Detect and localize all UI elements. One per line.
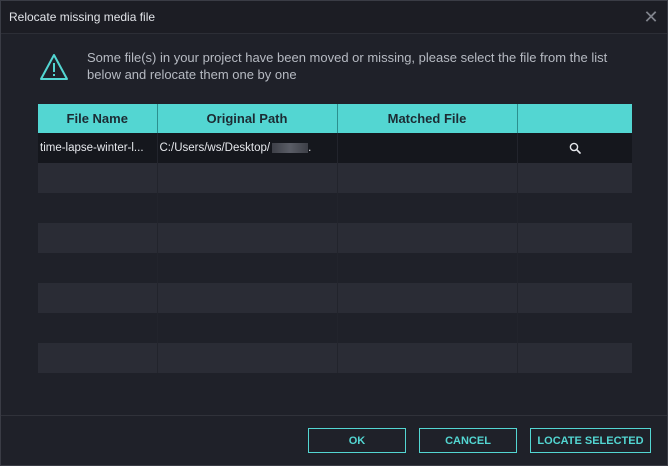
- table-row: [38, 343, 632, 373]
- dialog-title: Relocate missing media file: [9, 10, 156, 24]
- empty-cell: [337, 253, 518, 283]
- empty-cell: [337, 193, 518, 223]
- matched-file-cell: [337, 133, 518, 163]
- empty-cell: [38, 223, 158, 253]
- missing-files-table: File Name Original Path Matched File tim…: [38, 104, 632, 373]
- empty-cell: [517, 283, 632, 313]
- file-name-cell: time-lapse-winter-l...: [38, 133, 158, 163]
- empty-cell: [157, 313, 338, 343]
- cancel-button[interactable]: CANCEL: [419, 428, 517, 453]
- title-bar: Relocate missing media file ✕: [1, 1, 667, 34]
- empty-cell: [337, 163, 518, 193]
- message-text: Some file(s) in your project have been m…: [87, 49, 607, 83]
- empty-cell: [157, 223, 338, 253]
- info-message: Some file(s) in your project have been m…: [39, 49, 639, 83]
- action-cell: [517, 133, 632, 163]
- empty-cell: [38, 193, 158, 223]
- empty-cell: [157, 193, 338, 223]
- empty-cell: [38, 313, 158, 343]
- empty-cell: [157, 163, 338, 193]
- table-row: [38, 253, 632, 283]
- empty-cell: [517, 253, 632, 283]
- dialog-footer: OK CANCEL LOCATE SELECTED: [1, 415, 667, 466]
- table-row[interactable]: time-lapse-winter-l... C:/Users/ws/Deskt…: [38, 133, 632, 163]
- column-header-matched-file[interactable]: Matched File: [337, 104, 518, 133]
- message-line-2: below and relocate them one by one: [87, 67, 297, 82]
- empty-cell: [337, 343, 518, 373]
- empty-cell: [38, 343, 158, 373]
- empty-cell: [157, 343, 338, 373]
- search-icon[interactable]: [569, 142, 581, 154]
- empty-cell: [517, 193, 632, 223]
- warning-triangle-icon: [40, 54, 68, 80]
- empty-cell: [517, 313, 632, 343]
- empty-cell: [38, 283, 158, 313]
- table-row: [38, 193, 632, 223]
- original-path-text: C:/Users/ws/Desktop/: [159, 142, 271, 154]
- empty-cell: [38, 253, 158, 283]
- redacted-path-segment: [272, 142, 309, 153]
- column-header-file-name[interactable]: File Name: [38, 104, 158, 133]
- ok-button[interactable]: OK: [308, 428, 406, 453]
- empty-cell: [157, 283, 338, 313]
- original-path-suffix: .: [308, 142, 312, 154]
- locate-selected-button[interactable]: LOCATE SELECTED: [530, 428, 651, 453]
- table-row: [38, 313, 632, 343]
- empty-cell: [337, 313, 518, 343]
- column-header-action: [517, 104, 632, 133]
- table-row: [38, 283, 632, 313]
- empty-cell: [517, 223, 632, 253]
- empty-cell: [337, 223, 518, 253]
- column-header-original-path[interactable]: Original Path: [157, 104, 338, 133]
- table-header-row: File Name Original Path Matched File: [38, 104, 632, 133]
- original-path-cell: C:/Users/ws/Desktop/.: [157, 133, 338, 163]
- empty-cell: [337, 283, 518, 313]
- empty-cell: [517, 343, 632, 373]
- relocate-dialog: Relocate missing media file ✕ Some file(…: [0, 0, 668, 466]
- table-row: [38, 223, 632, 253]
- table-row: [38, 163, 632, 193]
- close-icon[interactable]: ✕: [635, 1, 667, 33]
- empty-cell: [157, 253, 338, 283]
- empty-cell: [38, 163, 158, 193]
- empty-cell: [517, 163, 632, 193]
- message-line-1: Some file(s) in your project have been m…: [87, 50, 608, 65]
